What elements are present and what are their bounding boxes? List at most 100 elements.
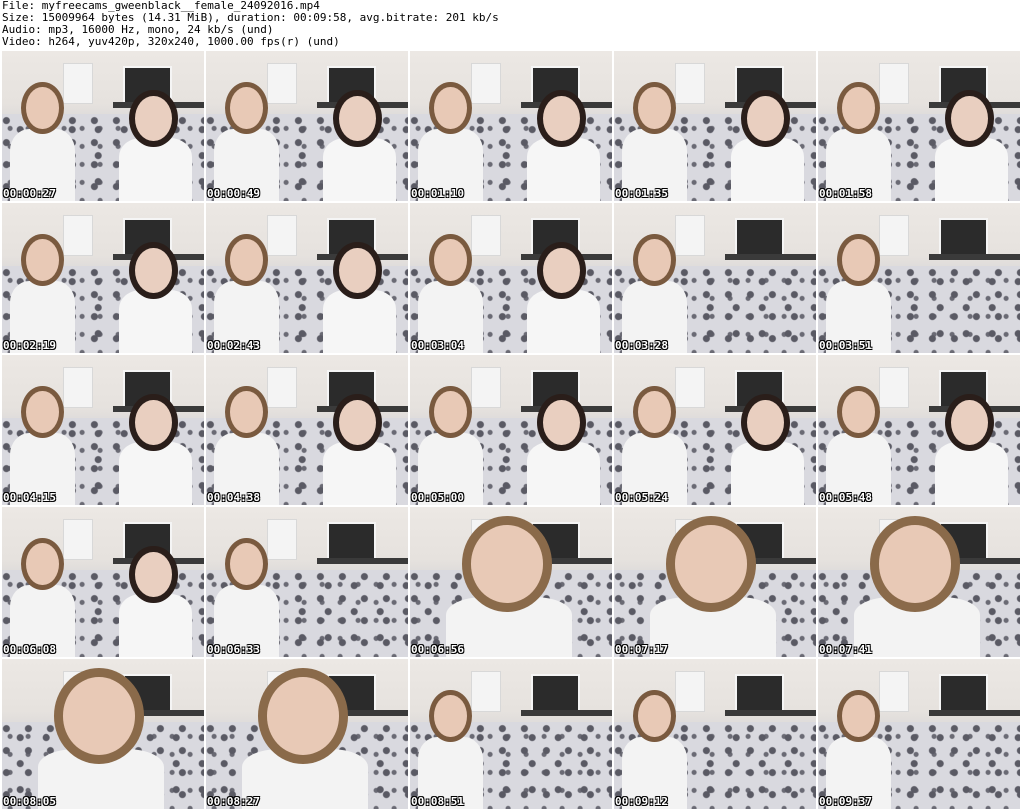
person-left-head xyxy=(230,239,263,281)
person-left-head xyxy=(230,87,263,129)
file-info-header: File: myfreecams_gweenblack__female_2409… xyxy=(2,0,1020,50)
wall-poster xyxy=(62,519,93,560)
video-thumbnail[interactable]: 00:03:04 xyxy=(410,203,612,353)
wall-poster xyxy=(878,671,909,712)
person-right-body xyxy=(323,138,396,201)
wall-picture xyxy=(939,218,988,258)
thumbnail-timestamp: 00:08:05 xyxy=(3,795,56,808)
person-right-body xyxy=(323,290,396,353)
person-left-head xyxy=(230,391,263,433)
thumbnail-timestamp: 00:07:17 xyxy=(615,643,668,656)
wall-poster xyxy=(62,215,93,256)
wall-poster xyxy=(62,63,93,104)
video-thumbnail[interactable]: 00:08:27 xyxy=(206,659,408,809)
wall-shelf xyxy=(929,710,1020,716)
person-left-head xyxy=(434,87,467,129)
person-right-head xyxy=(135,400,172,445)
video-thumbnail[interactable]: 00:04:15 xyxy=(2,355,204,505)
wall-poster xyxy=(878,63,909,104)
person-left-head xyxy=(842,695,875,737)
video-thumbnail[interactable]: 00:08:05 xyxy=(2,659,204,809)
person-right-head xyxy=(339,96,376,141)
thumbnail-timestamp: 00:03:28 xyxy=(615,339,668,352)
person-right-head xyxy=(339,248,376,293)
wall-picture xyxy=(327,522,376,562)
video-thumbnail[interactable]: 00:05:48 xyxy=(818,355,1020,505)
wall-poster xyxy=(674,215,705,256)
person-right-head xyxy=(951,400,988,445)
thumbnail-timestamp: 00:05:00 xyxy=(411,491,464,504)
thumbnail-timestamp: 00:07:41 xyxy=(819,643,872,656)
video-thumbnail[interactable]: 00:07:17 xyxy=(614,507,816,657)
wall-poster xyxy=(470,671,501,712)
person-right-head xyxy=(747,400,784,445)
video-thumbnail[interactable]: 00:06:33 xyxy=(206,507,408,657)
wall-shelf xyxy=(521,710,612,716)
video-thumbnail[interactable]: 00:03:51 xyxy=(818,203,1020,353)
video-thumbnail[interactable]: 00:05:00 xyxy=(410,355,612,505)
person-left-head xyxy=(434,239,467,281)
person-left-head xyxy=(878,525,952,603)
wall-shelf xyxy=(725,710,816,716)
video-thumbnail[interactable]: 00:00:49 xyxy=(206,51,408,201)
video-thumbnail[interactable]: 00:09:37 xyxy=(818,659,1020,809)
thumbnail-timestamp: 00:02:43 xyxy=(207,339,260,352)
wall-picture xyxy=(735,674,784,714)
thumbnail-timestamp: 00:00:49 xyxy=(207,187,260,200)
person-left-head xyxy=(638,239,671,281)
thumbnail-timestamp: 00:04:15 xyxy=(3,491,56,504)
video-thumbnail[interactable]: 00:06:56 xyxy=(410,507,612,657)
video-thumbnail[interactable]: 00:05:24 xyxy=(614,355,816,505)
wall-poster xyxy=(266,519,297,560)
person-right-body xyxy=(527,138,600,201)
wall-poster xyxy=(266,215,297,256)
person-right-head xyxy=(339,400,376,445)
wall-shelf xyxy=(317,558,408,564)
thumbnail-timestamp: 00:08:27 xyxy=(207,795,260,808)
person-left-head xyxy=(842,391,875,433)
wall-poster xyxy=(878,367,909,408)
person-right-body xyxy=(731,138,804,201)
person-right-body xyxy=(119,594,192,657)
thumbnail-timestamp: 00:05:24 xyxy=(615,491,668,504)
person-right-body xyxy=(119,442,192,505)
thumbnail-timestamp: 00:09:37 xyxy=(819,795,872,808)
thumbnail-timestamp: 00:03:04 xyxy=(411,339,464,352)
video-thumbnail[interactable]: 00:02:43 xyxy=(206,203,408,353)
video-thumbnail[interactable]: 00:01:35 xyxy=(614,51,816,201)
person-right-head xyxy=(543,248,580,293)
thumbnail-timestamp: 00:03:51 xyxy=(819,339,872,352)
video-thumbnail[interactable]: 00:03:28 xyxy=(614,203,816,353)
wall-poster xyxy=(674,367,705,408)
person-right-body xyxy=(119,290,192,353)
video-thumbnail[interactable]: 00:01:58 xyxy=(818,51,1020,201)
thumbnail-timestamp: 00:09:12 xyxy=(615,795,668,808)
person-left-head xyxy=(230,543,263,585)
video-thumbnail[interactable]: 00:02:19 xyxy=(2,203,204,353)
person-left-body xyxy=(650,597,776,657)
person-right-head xyxy=(543,400,580,445)
wall-poster xyxy=(266,367,297,408)
person-left-head xyxy=(26,543,59,585)
person-right-body xyxy=(935,442,1008,505)
video-thumbnail[interactable]: 00:08:51 xyxy=(410,659,612,809)
wall-shelf xyxy=(929,254,1020,260)
person-right-head xyxy=(135,552,172,597)
wall-picture xyxy=(531,674,580,714)
video-thumbnail[interactable]: 00:01:10 xyxy=(410,51,612,201)
video-thumbnail[interactable]: 00:04:38 xyxy=(206,355,408,505)
thumbnail-timestamp: 00:05:48 xyxy=(819,491,872,504)
video-thumbnail[interactable]: 00:06:08 xyxy=(2,507,204,657)
person-right-body xyxy=(119,138,192,201)
video-thumbnail[interactable]: 00:00:27 xyxy=(2,51,204,201)
thumbnail-timestamp: 00:08:51 xyxy=(411,795,464,808)
person-right-body xyxy=(935,138,1008,201)
person-right-body xyxy=(527,442,600,505)
wall-picture xyxy=(735,218,784,258)
video-thumbnail[interactable]: 00:07:41 xyxy=(818,507,1020,657)
video-thumbnail[interactable]: 00:09:12 xyxy=(614,659,816,809)
person-left-head xyxy=(434,695,467,737)
thumbnail-timestamp: 00:06:08 xyxy=(3,643,56,656)
person-left-body xyxy=(242,749,368,809)
person-right-head xyxy=(135,248,172,293)
